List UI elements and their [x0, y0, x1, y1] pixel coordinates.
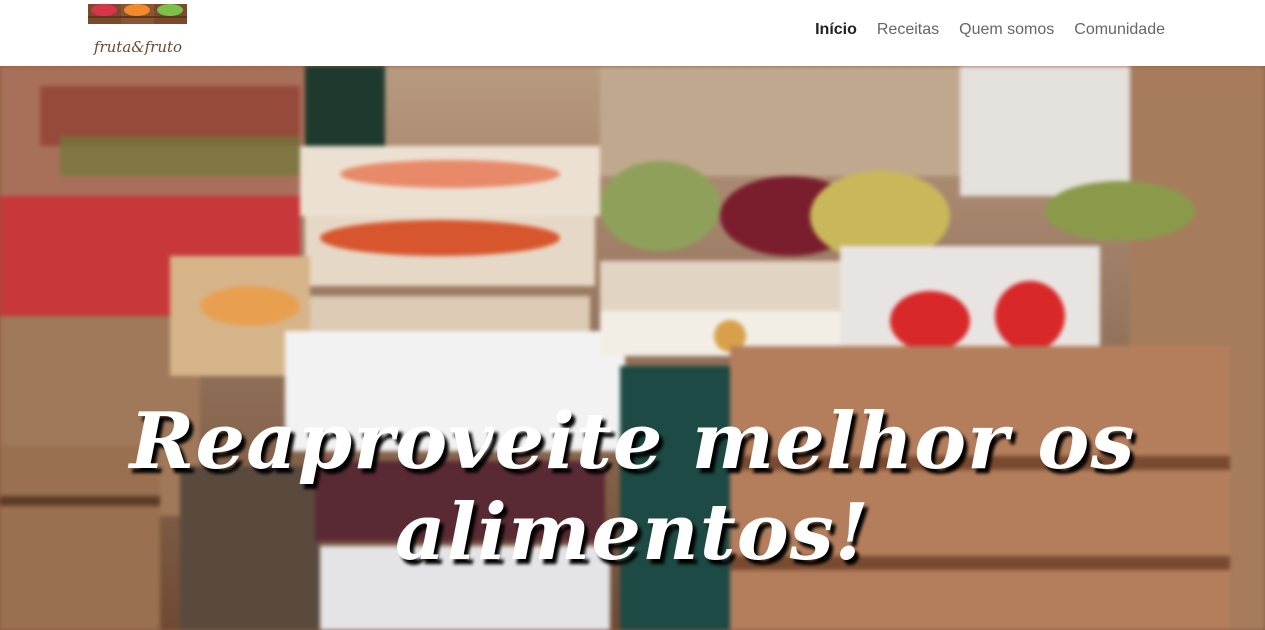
nav-item-comunidade[interactable]: Comunidade — [1074, 20, 1165, 40]
logo-text: fruta&fruto — [93, 38, 183, 56]
hero-banner: Reaproveite melhor os alimentos! — [0, 66, 1265, 630]
nav-item-inicio[interactable]: Início — [815, 20, 857, 40]
nav-item-receitas[interactable]: Receitas — [877, 20, 939, 40]
hero-headline: Reaproveite melhor os alimentos! — [129, 396, 1136, 578]
nav-item-quem-somos[interactable]: Quem somos — [959, 20, 1054, 40]
crates-logo-icon — [88, 4, 187, 24]
site-logo[interactable]: fruta&fruto — [86, 2, 190, 62]
main-nav: Início Receitas Quem somos Comunidade — [815, 20, 1165, 40]
navbar: fruta&fruto Início Receitas Quem somos C… — [0, 0, 1265, 66]
